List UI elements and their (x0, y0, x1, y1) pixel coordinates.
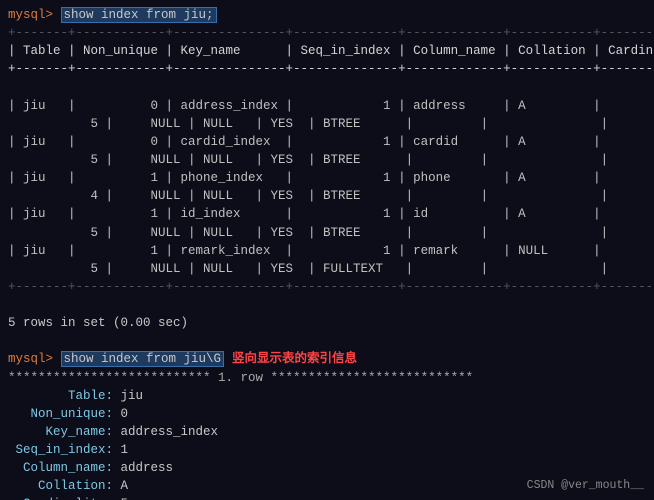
vfield-table: Table: jiu (8, 387, 646, 405)
table-subheader: +-------+------------+---------------+--… (8, 60, 646, 78)
table-row-3a: | jiu | 1 | phone_index | 1 | phone | A … (8, 169, 646, 187)
command-2-text: show index from jiu\G (61, 351, 225, 367)
command-1-text: show index from jiu; (61, 7, 217, 23)
annotation-text: 竖向显示表的索引信息 (232, 352, 357, 366)
separator-bottom: +-------+------------+---------------+--… (8, 278, 646, 296)
vertical-stars: *************************** 1. row *****… (8, 369, 646, 387)
table-row-5a: | jiu | 1 | remark_index | 1 | remark | … (8, 242, 646, 260)
table-row-2b: 5 | NULL | NULL | YES | BTREE | | | (8, 151, 646, 169)
command-line-1: mysql> show index from jiu; (8, 6, 646, 24)
terminal: mysql> show index from jiu; +-------+---… (0, 0, 654, 500)
vfield-keyname: Key_name: address_index (8, 423, 646, 441)
empty-1 (8, 79, 646, 97)
table-row-1b: 5 | NULL | NULL | YES | BTREE | | | (8, 115, 646, 133)
table-row-1a: | jiu | 0 | address_index | 1 | address … (8, 97, 646, 115)
prompt-2: mysql> (8, 352, 61, 366)
vfield-seqinindex: Seq_in_index: 1 (8, 441, 646, 459)
command-line-2: mysql> show index from jiu\G 竖向显示表的索引信息 (8, 350, 646, 368)
table-row-4a: | jiu | 1 | id_index | 1 | id | A | | | … (8, 205, 646, 223)
vfield-columnname: Column_name: address (8, 459, 646, 477)
vfield-nonunique: Non_unique: 0 (8, 405, 646, 423)
vfield-cardinality: Cardinality: 5 (8, 495, 646, 500)
table-row-3b: 4 | NULL | NULL | YES | BTREE | | | (8, 187, 646, 205)
prompt-1: mysql> (8, 8, 61, 22)
table-row-4b: 5 | NULL | NULL | YES | BTREE | | | (8, 224, 646, 242)
result-count: 5 rows in set (0.00 sec) (8, 314, 646, 332)
separator-top: +-------+------------+---------------+--… (8, 24, 646, 42)
table-row-2a: | jiu | 0 | cardid_index | 1 | cardid | … (8, 133, 646, 151)
table-row-5b: 5 | NULL | NULL | YES | FULLTEXT | | | (8, 260, 646, 278)
table-header: | Table | Non_unique | Key_name | Seq_in… (8, 42, 646, 60)
empty-2 (8, 296, 646, 314)
watermark: CSDN @ver_mouth__ (527, 479, 644, 492)
empty-3 (8, 332, 646, 350)
